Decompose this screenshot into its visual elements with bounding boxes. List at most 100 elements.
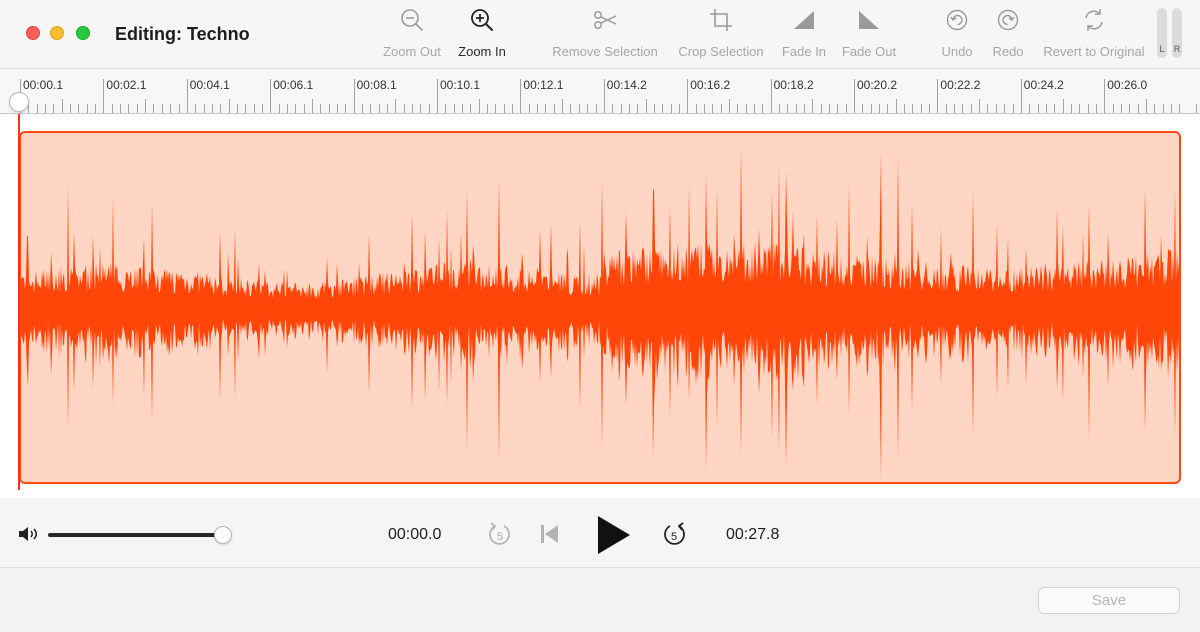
- ruler-minor-tick: [587, 104, 589, 113]
- ruler-major-tick: [103, 79, 105, 113]
- volume-slider[interactable]: [48, 533, 224, 537]
- ruler-minor-tick: [887, 104, 889, 113]
- skip-back-5-icon[interactable]: 5: [486, 520, 514, 548]
- ruler-minor-tick: [95, 104, 97, 113]
- ruler-minor-tick: [1037, 104, 1039, 113]
- fade-out-button[interactable]: Fade Out: [838, 6, 900, 64]
- ruler-minor-tick: [462, 104, 463, 113]
- crop-selection-button[interactable]: Crop Selection: [674, 6, 768, 64]
- ruler-major-tick: [353, 79, 355, 113]
- fade-out-icon: [859, 11, 879, 29]
- window-title: Editing: Techno: [115, 24, 250, 44]
- zoom-in-button[interactable]: Zoom In: [452, 6, 512, 64]
- ruler-minor-tick: [278, 104, 280, 113]
- ruler-minor-tick: [195, 104, 197, 113]
- ruler-minor-tick: [787, 104, 789, 113]
- ruler-minor-tick: [962, 104, 964, 113]
- redo-button[interactable]: Redo: [988, 6, 1028, 64]
- skip-forward-5-icon[interactable]: 5: [660, 520, 688, 548]
- ruler-minor-tick: [662, 104, 664, 113]
- save-button[interactable]: Save: [1038, 587, 1180, 614]
- volume-fill: [48, 533, 219, 537]
- ruler-minor-tick: [987, 104, 989, 113]
- ruler-major-tick: [1020, 79, 1022, 113]
- ruler-minor-tick: [879, 104, 880, 113]
- minimize-window-button[interactable]: [50, 26, 64, 40]
- ruler-minor-tick: [1129, 104, 1131, 113]
- ruler-minor-tick: [829, 104, 830, 113]
- playhead[interactable]: [18, 114, 20, 490]
- ruler-minor-tick: [1112, 104, 1114, 113]
- speaker-icon: [19, 527, 37, 541]
- ruler-minor-tick: [929, 104, 931, 113]
- ruler-label: 00:10.1: [440, 78, 481, 92]
- ruler-minor-tick: [537, 104, 539, 113]
- waveform-area[interactable]: [0, 114, 1200, 498]
- ruler-label: 00:08.1: [356, 78, 397, 92]
- current-time: 00:00.0: [388, 526, 442, 543]
- ruler-minor-tick: [1120, 104, 1122, 113]
- revert-icon: [1085, 9, 1103, 31]
- ruler-minor-tick: [912, 104, 914, 113]
- undo-button[interactable]: Undo: [936, 6, 978, 64]
- revert-button[interactable]: Revert to Original: [1038, 6, 1150, 64]
- ruler-minor-tick: [61, 99, 63, 113]
- ruler-minor-tick: [720, 104, 722, 113]
- fade-in-button[interactable]: Fade In: [778, 6, 830, 64]
- ruler-minor-tick: [170, 104, 172, 113]
- ruler-minor-tick: [261, 104, 263, 113]
- ruler-minor-tick: [336, 104, 338, 113]
- ruler-minor-tick: [695, 104, 697, 113]
- maximize-window-button[interactable]: [76, 26, 90, 40]
- play-icon[interactable]: [596, 514, 632, 556]
- ruler-minor-tick: [678, 104, 680, 113]
- ruler-label: 00:02.1: [106, 78, 147, 92]
- ruler-minor-tick: [86, 104, 88, 113]
- ruler-minor-tick: [745, 104, 747, 113]
- zoom-out-label: Zoom Out: [383, 44, 441, 59]
- ruler-minor-tick: [420, 104, 422, 113]
- ruler-minor-tick: [1029, 104, 1031, 113]
- ruler-minor-tick: [645, 99, 647, 113]
- ruler-label: 00:00.1: [23, 78, 64, 92]
- fade-out-label: Fade Out: [841, 44, 897, 59]
- ruler-minor-tick: [528, 104, 530, 113]
- undo-label: Undo: [941, 44, 973, 59]
- zoom-out-button[interactable]: Zoom Out: [380, 6, 444, 64]
- zoom-out-icon: [401, 9, 423, 31]
- ruler-minor-tick: [512, 104, 514, 113]
- ruler-minor-tick: [412, 104, 413, 113]
- ruler-minor-tick: [553, 104, 555, 113]
- ruler-minor-tick: [178, 104, 180, 113]
- timeline-ruler[interactable]: 00:00.1 00:02.1 00:04.1 00:06.1 00:08.1 00:10…: [0, 68, 1200, 114]
- close-window-button[interactable]: [26, 26, 40, 40]
- ruler-label: 00:20.2: [857, 78, 898, 92]
- ruler-label: 00:12.1: [523, 78, 564, 92]
- meter-right-label: R: [1173, 44, 1181, 54]
- ruler-minor-tick: [487, 104, 488, 113]
- ruler-minor-tick: [1062, 99, 1064, 113]
- ruler-major-tick: [854, 79, 855, 113]
- ruler-minor-tick: [128, 104, 130, 113]
- ruler-minor-tick: [1054, 104, 1056, 113]
- ruler-minor-tick: [153, 104, 155, 113]
- playhead-handle[interactable]: [9, 92, 29, 112]
- ruler-minor-tick: [78, 104, 80, 113]
- ruler-label: 00:24.2: [1023, 78, 1064, 92]
- ruler-minor-tick: [1162, 104, 1164, 113]
- selection-region[interactable]: [19, 131, 1181, 484]
- ruler-minor-tick: [1095, 104, 1097, 113]
- remove-selection-button[interactable]: Remove Selection: [548, 6, 662, 64]
- ruler-minor-tick: [387, 104, 388, 113]
- ruler-minor-tick: [1004, 104, 1006, 113]
- ruler-label: 00:06.1: [273, 78, 314, 92]
- ruler-minor-tick: [36, 104, 38, 113]
- ruler-minor-tick: [303, 104, 305, 113]
- ruler-major-tick: [603, 79, 605, 113]
- volume-slider-knob[interactable]: [214, 526, 232, 544]
- ruler-minor-tick: [753, 104, 755, 113]
- ruler-minor-tick: [804, 104, 805, 113]
- skip-to-start-icon[interactable]: [540, 524, 560, 544]
- ruler-label: 00:16.2: [690, 78, 731, 92]
- ruler-minor-tick: [428, 104, 430, 113]
